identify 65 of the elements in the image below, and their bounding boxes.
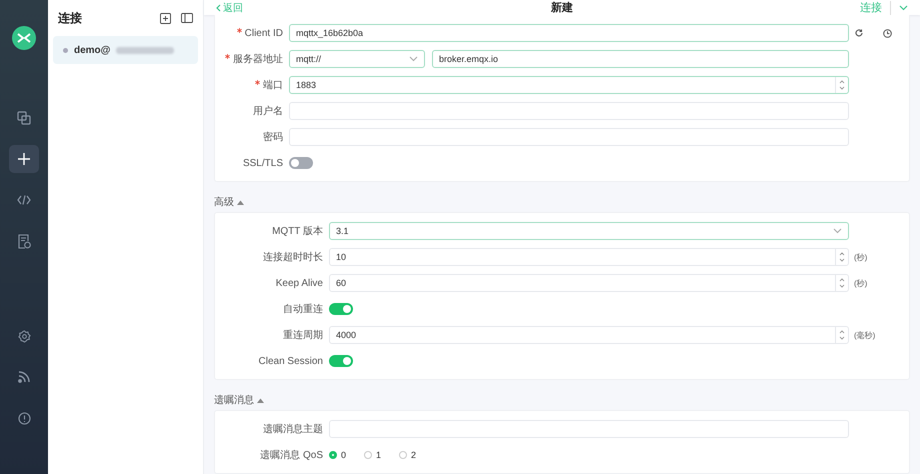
copy-icon [17,111,31,125]
page-title: 新建 [550,0,574,15]
caret-icon[interactable] [257,398,264,402]
feed-icon [18,371,30,383]
section-title[interactable]: 遗嘱消息 [214,393,254,407]
input-field[interactable] [289,128,849,146]
number-field[interactable]: 4000 [329,326,849,344]
stepper-arrows-icon[interactable] [839,251,845,263]
input-field[interactable]: mqttx_16b62b0a [289,24,849,42]
stepper-arrows-icon[interactable] [839,79,845,91]
number-field[interactable]: 10 [329,248,849,266]
number-field[interactable]: 60 [329,274,849,292]
radio-button[interactable] [329,451,337,459]
protocol-select[interactable]: mqtt:// [289,50,425,68]
logo-icon [12,26,36,50]
radio-option[interactable]: 1 [364,450,382,460]
add-icon[interactable] [160,12,171,24]
code-icon [17,195,31,205]
panel-icon[interactable] [181,13,193,23]
field-label: 重连周期 [282,328,324,342]
radio-button[interactable] [399,451,408,459]
host-field[interactable]: broker.emqx.io [432,50,849,68]
radio-option[interactable]: 0 [329,450,346,460]
field-label: 遗嘱消息主题 [262,422,324,436]
unit-label: (秒) [854,278,868,288]
input-field[interactable] [329,420,849,438]
unit-label: (毫秒) [854,330,876,340]
sidebar-title: 连接 [58,10,83,26]
clock-icon[interactable] [883,28,892,38]
field-label: 用户名 [252,104,284,118]
unit-label: (秒) [854,252,868,262]
field-label: 连接超时时长 [262,250,324,264]
connection-item[interactable]: demo@ [53,36,198,64]
field-label: MQTT 版本 [271,224,324,238]
settings-icon [18,330,30,342]
field-label: 自动重连 [282,302,324,316]
nav-button[interactable] [9,145,39,173]
refresh-icon[interactable] [855,29,863,37]
toggle-switch[interactable] [289,157,313,169]
number-field[interactable]: 1883 [289,76,849,94]
input-field[interactable] [289,102,849,120]
toggle-switch[interactable] [329,303,353,315]
toggle-switch[interactable] [329,355,353,367]
field-label: 端口 [215,78,289,92]
info-icon [18,412,30,424]
radio-button[interactable] [364,451,372,459]
field-label: SSL/TLS [242,158,284,168]
radio-option[interactable]: 2 [399,450,416,460]
stepper-arrows-icon[interactable] [839,277,845,289]
stepper-arrows-icon[interactable] [839,329,845,341]
section-title[interactable]: 高级 [214,195,234,209]
chevron-down-icon [833,228,842,234]
chevron-down-icon[interactable] [899,4,908,10]
plus-icon [18,153,30,165]
document-clock-icon [18,234,30,248]
field-label: 密码 [262,130,284,144]
select-field[interactable]: 3.1 [329,222,849,240]
caret-icon[interactable] [237,200,244,204]
field-label: 遗嘱消息 QoS [259,448,324,462]
field-label: 服务器地址 [215,52,289,66]
chevron-down-icon [409,56,418,62]
field-label: Client ID [215,28,289,38]
chevron-left-icon [216,4,221,12]
field-label: Keep Alive [274,278,324,288]
field-label: Clean Session [258,356,324,366]
